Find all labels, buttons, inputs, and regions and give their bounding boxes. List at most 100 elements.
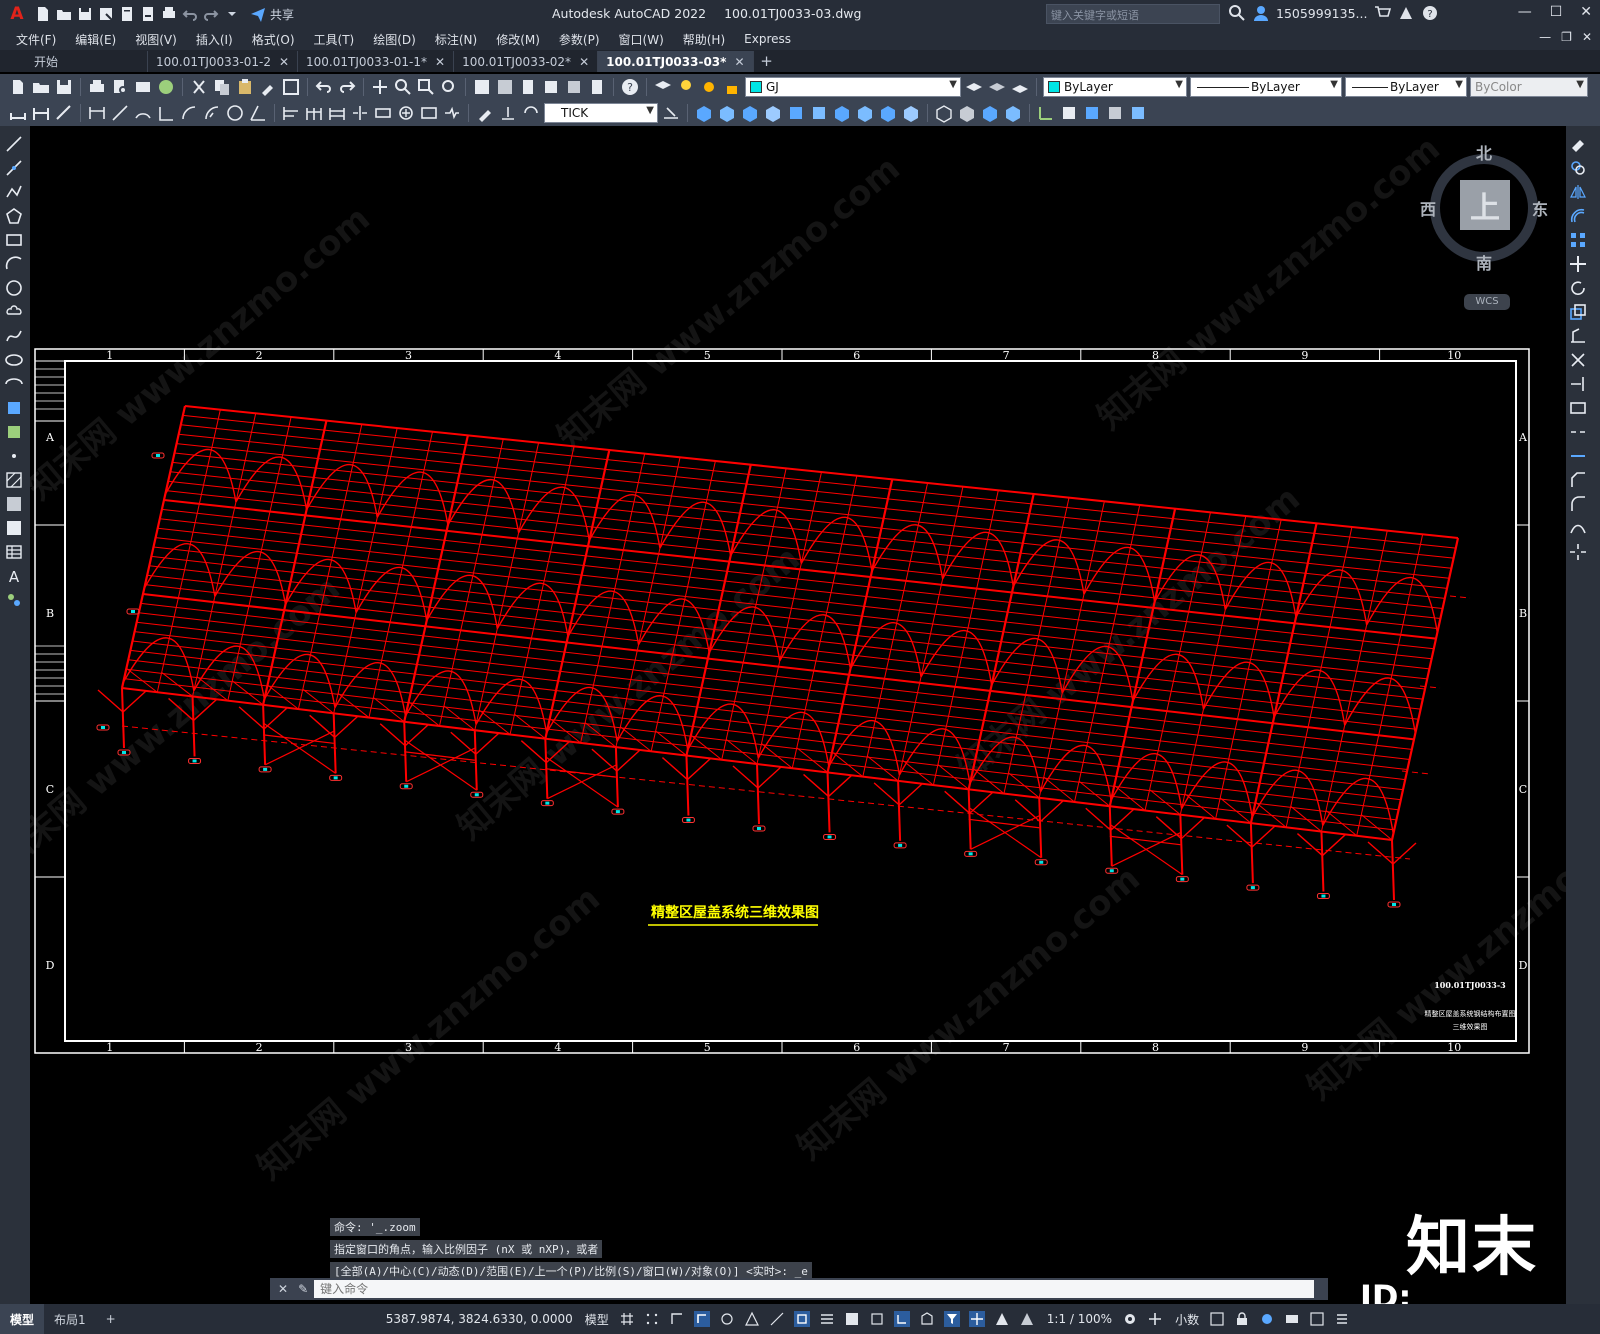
user-name[interactable]: 1505999135...: [1276, 6, 1367, 21]
ucs-object-icon[interactable]: [1128, 103, 1148, 123]
multiline-text-icon[interactable]: A: [4, 566, 24, 586]
layout-tab-model[interactable]: 模型: [0, 1304, 45, 1334]
user-icon[interactable]: [1252, 4, 1270, 22]
block-editor-icon[interactable]: [281, 77, 301, 97]
layout-tab-1[interactable]: 布局1: [44, 1304, 96, 1334]
view-sw-iso-icon[interactable]: [832, 103, 852, 123]
selection-cycling-icon[interactable]: [869, 1311, 885, 1327]
plotstyle-dropdown[interactable]: ByColor ▼: [1470, 77, 1588, 97]
object-snap-icon[interactable]: [793, 1311, 810, 1327]
dim-radius-icon[interactable]: [179, 103, 199, 123]
new-file-icon[interactable]: [34, 5, 52, 23]
undo-icon[interactable]: [181, 5, 199, 23]
cart-icon[interactable]: [1373, 4, 1392, 22]
view-right-icon[interactable]: [763, 103, 783, 123]
wcs-menu[interactable]: WCS: [1464, 294, 1510, 310]
copy-object-icon[interactable]: [1568, 158, 1588, 178]
compass-north[interactable]: 北: [1476, 140, 1492, 164]
command-input[interactable]: [314, 1280, 1315, 1298]
quick-dimension-icon[interactable]: [8, 103, 28, 123]
explode-icon[interactable]: [1568, 542, 1588, 562]
join-icon[interactable]: [1568, 446, 1588, 466]
view-nw-iso-icon[interactable]: [901, 103, 921, 123]
annotation-monitor-icon[interactable]: [1147, 1311, 1163, 1327]
view-ne-iso-icon[interactable]: [878, 103, 898, 123]
open-web-icon[interactable]: [118, 5, 136, 23]
visual-style-conceptual-icon[interactable]: [1003, 103, 1023, 123]
close-icon[interactable]: ✕: [1580, 4, 1592, 20]
layer-lock-icon[interactable]: [722, 77, 742, 97]
autodesk-account-icon[interactable]: [1397, 4, 1415, 22]
dim-arc-icon[interactable]: [133, 103, 153, 123]
ucs-face-icon[interactable]: [1105, 103, 1125, 123]
construction-line-icon[interactable]: [4, 158, 24, 178]
lock-ui-icon[interactable]: [1234, 1311, 1250, 1327]
break-icon[interactable]: [1568, 422, 1588, 442]
menu-parametric[interactable]: 参数(P): [559, 31, 600, 48]
circle-icon[interactable]: [4, 278, 24, 298]
open-icon[interactable]: [31, 77, 51, 97]
isolate-objects-icon[interactable]: [1259, 1311, 1275, 1327]
menu-help[interactable]: 帮助(H): [683, 31, 725, 48]
plot-icon[interactable]: [160, 5, 178, 23]
polar-tracking-icon[interactable]: [719, 1311, 735, 1327]
dim-linear-icon[interactable]: [87, 103, 107, 123]
tab-close-icon[interactable]: ✕: [579, 55, 589, 69]
array-icon[interactable]: [1568, 230, 1588, 250]
layer-previous-icon[interactable]: [987, 77, 1007, 97]
linetype-dropdown[interactable]: ByLayer ▼: [1190, 77, 1342, 97]
selection-filter-icon[interactable]: [943, 1311, 960, 1327]
3d-osnap-icon[interactable]: [893, 1311, 910, 1327]
dimstyle-manager-icon[interactable]: [661, 103, 681, 123]
rectangle-icon[interactable]: [4, 230, 24, 250]
layer-properties-icon[interactable]: [653, 77, 673, 97]
line-icon[interactable]: [4, 134, 24, 154]
copy-icon[interactable]: [212, 77, 232, 97]
viewcube-top-face[interactable]: 上: [1460, 180, 1510, 230]
autocad-logo-icon[interactable]: A: [0, 0, 34, 28]
tab-file-1[interactable]: 100.01TJ0033-01-2 ✕: [148, 51, 299, 72]
rotate-icon[interactable]: [1568, 278, 1588, 298]
view-top-icon[interactable]: [786, 103, 806, 123]
tab-file-4[interactable]: 100.01TJ0033-03* ✕: [598, 51, 754, 72]
polygon-icon[interactable]: [4, 206, 24, 226]
ucs-previous-icon[interactable]: [1082, 103, 1102, 123]
share-button[interactable]: 共享: [249, 5, 294, 23]
auto-scale-icon[interactable]: [1019, 1311, 1035, 1327]
qnew-icon[interactable]: [8, 77, 28, 97]
command-customize-icon[interactable]: ✎: [298, 1282, 308, 1296]
menu-insert[interactable]: 插入(I): [196, 31, 233, 48]
dim-ordinate-icon[interactable]: [156, 103, 176, 123]
menu-file[interactable]: 文件(F): [16, 31, 56, 48]
dim-continue-icon[interactable]: [304, 103, 324, 123]
menu-view[interactable]: 视图(V): [135, 31, 177, 48]
layer-freeze-icon[interactable]: [699, 77, 719, 97]
units-label[interactable]: 小数: [1175, 1311, 1199, 1328]
cursor-coordinates[interactable]: 5387.9874, 3824.6330, 0.0000: [386, 1312, 573, 1326]
gizmo-icon[interactable]: [968, 1311, 985, 1327]
zoom-previous-icon[interactable]: [439, 77, 459, 97]
dim-edit-icon[interactable]: [475, 103, 495, 123]
ellipse-arc-icon[interactable]: [4, 374, 24, 394]
compass-south[interactable]: 南: [1476, 250, 1492, 274]
customize-status-icon[interactable]: [1334, 1311, 1350, 1327]
dim-aligned-icon[interactable]: [110, 103, 130, 123]
dim-jogged-icon[interactable]: [202, 103, 222, 123]
command-close-icon[interactable]: ✕: [278, 1282, 288, 1296]
dimstyle-dropdown[interactable]: TICK ▼: [544, 103, 658, 123]
menu-dimension[interactable]: 标注(N): [435, 31, 477, 48]
plot-icon[interactable]: [87, 77, 107, 97]
sheet-set-icon[interactable]: [541, 77, 561, 97]
doc-restore-icon[interactable]: ❐: [1561, 30, 1572, 44]
plot-preview-icon[interactable]: [110, 77, 130, 97]
tab-start[interactable]: 开始: [0, 51, 148, 72]
color-dropdown[interactable]: ByLayer ▼: [1043, 77, 1187, 97]
view-left-icon[interactable]: [740, 103, 760, 123]
tool-palettes-icon[interactable]: [518, 77, 538, 97]
view-front-icon[interactable]: [694, 103, 714, 123]
insert-block-icon[interactable]: [4, 398, 24, 418]
visual-style-realistic-icon[interactable]: [980, 103, 1000, 123]
annotation-visibility-icon[interactable]: [994, 1311, 1010, 1327]
menu-modify[interactable]: 修改(M): [496, 31, 540, 48]
stretch-icon[interactable]: [1568, 326, 1588, 346]
